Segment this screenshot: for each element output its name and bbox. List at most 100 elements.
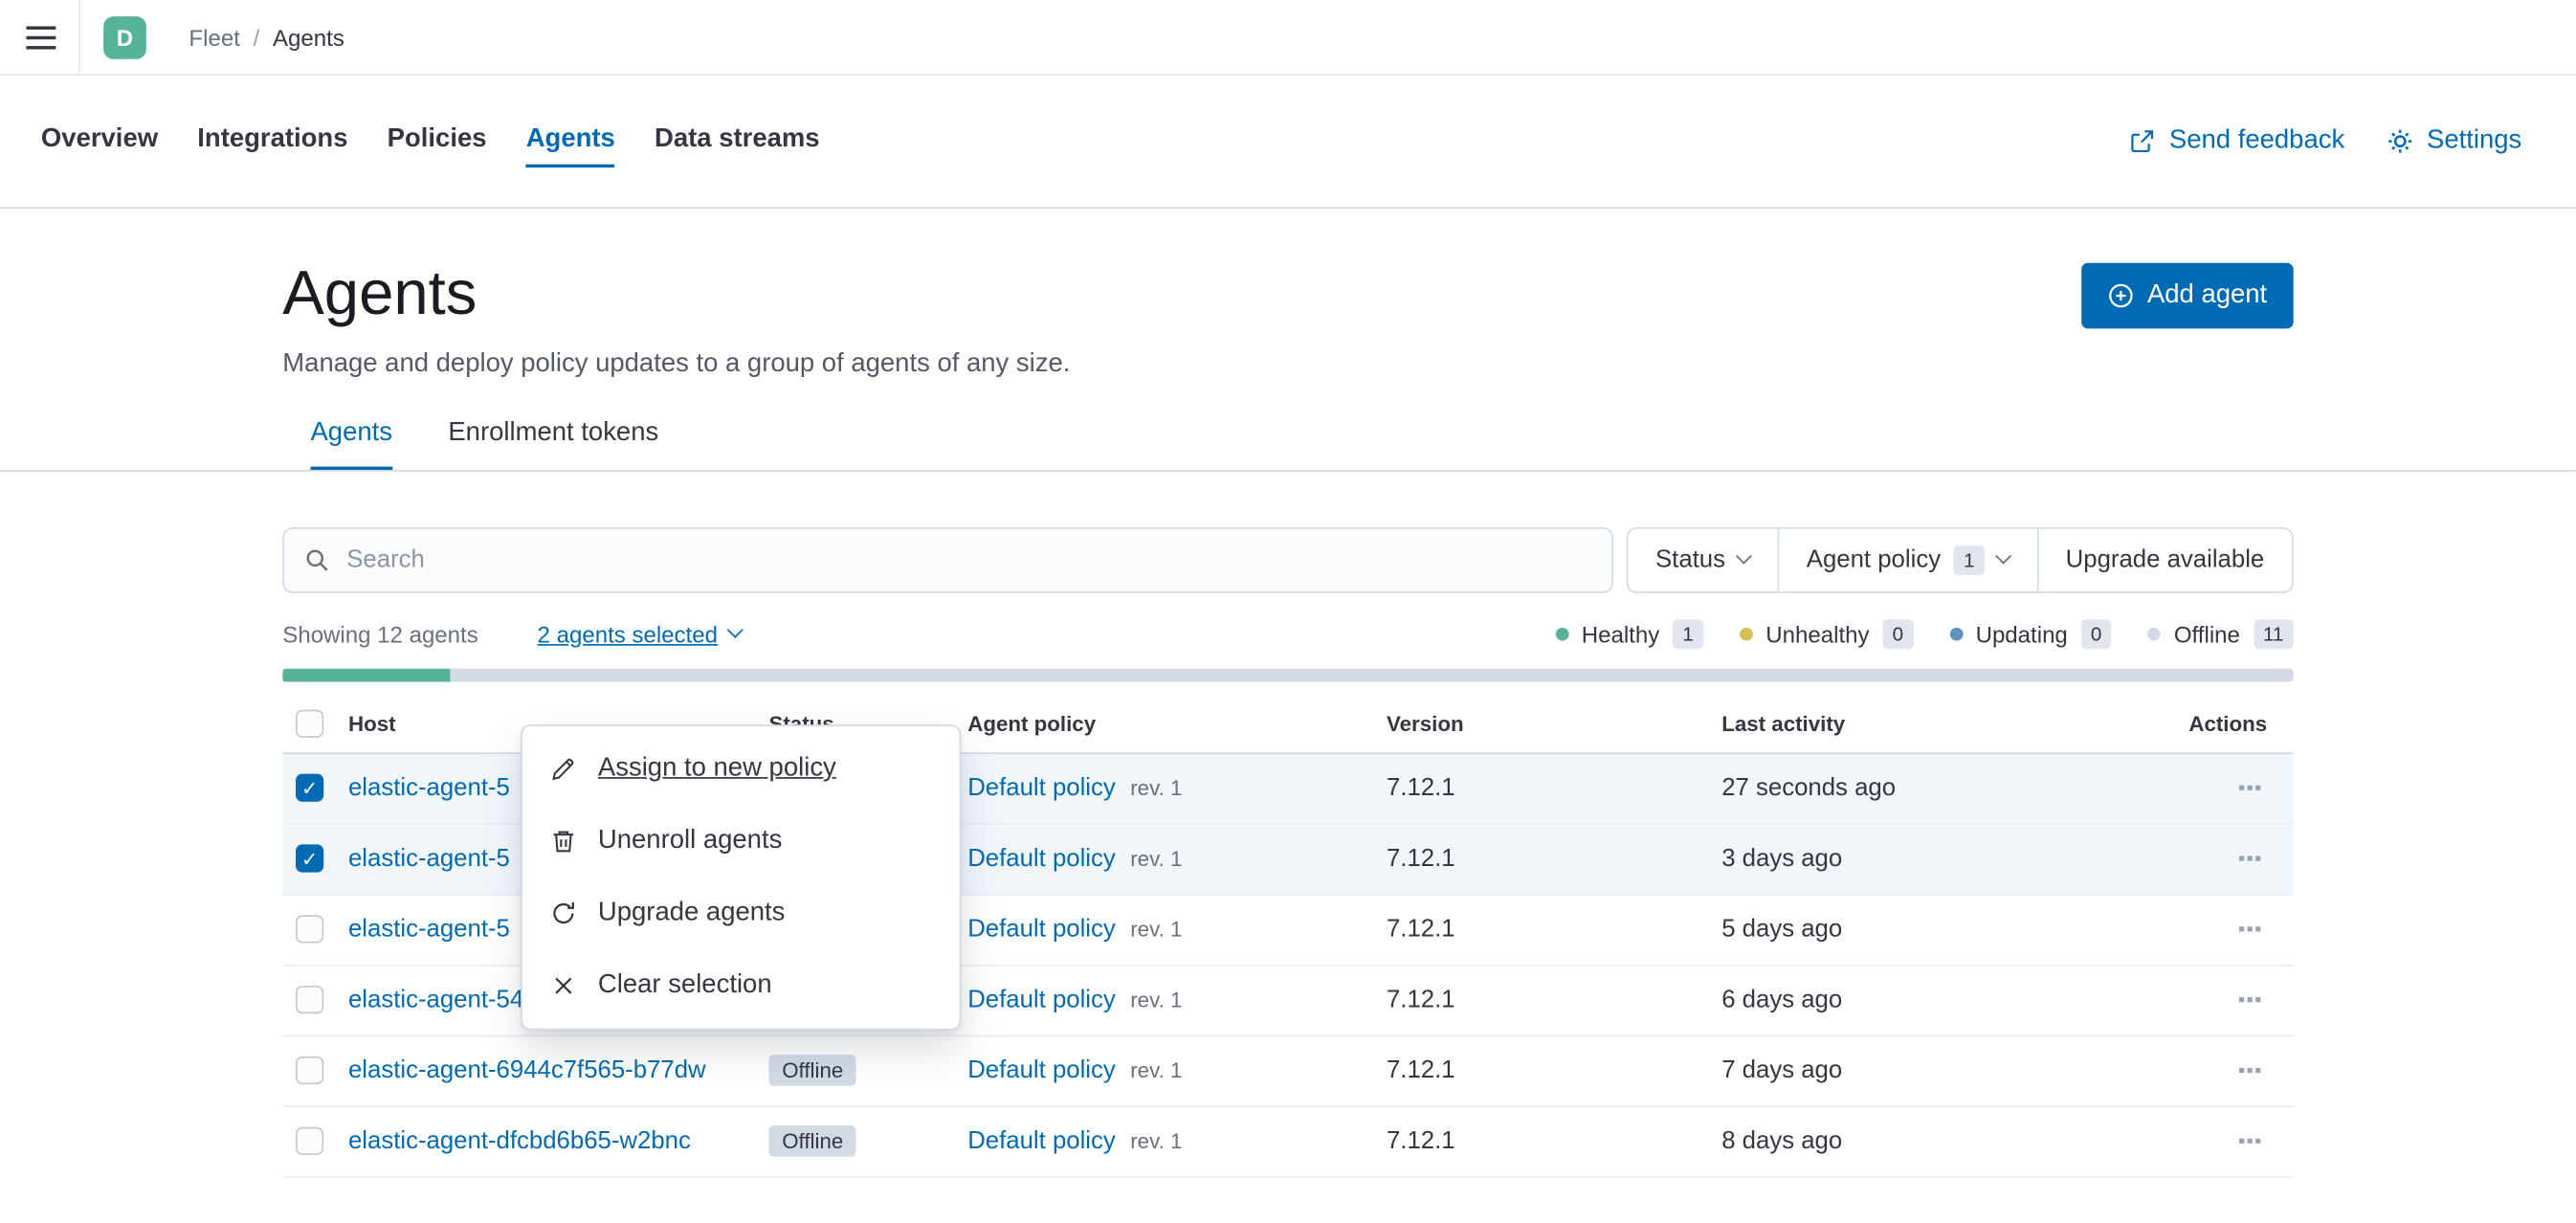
policy-link[interactable]: Default policy [967, 915, 1116, 943]
policy-revision: rev. 1 [1130, 917, 1182, 942]
legend-count: 11 [2254, 619, 2294, 649]
legend-count: 0 [1882, 619, 1913, 649]
fleet-nav-actions: Send feedback Settings [2130, 126, 2522, 156]
agents-selected-link[interactable]: 2 agents selected [538, 620, 741, 646]
legend-offline: Offline 11 [2147, 619, 2293, 649]
status-filter-button[interactable]: Status [1628, 528, 1777, 590]
agent-version: 7.12.1 [1387, 774, 1721, 802]
breadcrumb: Fleet / Agents [189, 24, 344, 50]
menu-item-label: Upgrade agents [598, 899, 785, 928]
legend-updating: Updating 0 [1949, 619, 2112, 649]
legend-dot [2147, 627, 2161, 640]
menu-item-assign-policy[interactable]: Assign to new policy [522, 733, 960, 806]
row-actions-icon[interactable] [2232, 1061, 2267, 1079]
legend-label: Healthy [1582, 620, 1659, 646]
menu-item-label: Clear selection [598, 971, 772, 1001]
last-activity: 7 days ago [1721, 1056, 2194, 1084]
col-version: Version [1387, 711, 1721, 736]
policy-link[interactable]: Default policy [967, 845, 1116, 873]
row-actions-icon[interactable] [2232, 779, 2267, 797]
row-checkbox[interactable] [296, 1127, 323, 1155]
legend-label: Updating [1976, 620, 2068, 646]
settings-label: Settings [2427, 126, 2521, 156]
menu-item-label: Assign to new policy [598, 754, 836, 784]
agent-version: 7.12.1 [1387, 986, 1721, 1013]
health-legend: Healthy 1 Unhealthy 0 Updating 0 Offline… [1555, 619, 2293, 649]
policy-revision: rev. 1 [1130, 1129, 1182, 1154]
cross-icon [550, 972, 576, 998]
legend-dot [1740, 627, 1753, 640]
legend-count: 1 [1673, 619, 1703, 649]
table-row: elastic-agent-dfcbd6b65-w2bnc Offline De… [282, 1106, 2293, 1177]
status-badge: Offline [768, 1125, 856, 1157]
table-row: elastic-agent-6944c7f565-b77dw Offline D… [282, 1036, 2293, 1107]
menu-item-clear-selection[interactable]: Clear selection [522, 949, 960, 1022]
plus-circle-icon [2108, 282, 2134, 308]
menu-item-unenroll[interactable]: Unenroll agents [522, 805, 960, 878]
policy-link[interactable]: Default policy [967, 774, 1116, 802]
progress-fill [282, 668, 449, 681]
fleet-nav-tabs: Overview Integrations Policies Agents Da… [41, 115, 820, 167]
policy-revision: rev. 1 [1130, 775, 1182, 800]
host-link[interactable]: elastic-agent-dfcbd6b65-w2bnc [348, 1127, 769, 1155]
row-checkbox[interactable] [296, 1056, 323, 1084]
settings-link[interactable]: Settings [2387, 126, 2521, 156]
host-link[interactable]: elastic-agent-6944c7f565-b77dw [348, 1056, 769, 1084]
agent-policy-filter-button[interactable]: Agent policy 1 [1777, 528, 2036, 590]
agent-version: 7.12.1 [1387, 915, 1721, 943]
send-feedback-link[interactable]: Send feedback [2130, 126, 2344, 156]
topbar-divider [78, 0, 80, 74]
row-checkbox[interactable] [296, 774, 323, 802]
menu-icon[interactable] [16, 9, 72, 64]
row-checkbox[interactable] [296, 915, 323, 943]
legend-label: Offline [2174, 620, 2240, 646]
add-agent-button[interactable]: Add agent [2081, 262, 2293, 328]
row-checkbox[interactable] [296, 986, 323, 1013]
agents-content: Status Agent policy 1 Upgrade available … [0, 471, 2576, 1177]
showing-count: Showing 12 agents [282, 620, 477, 646]
agent-version: 7.12.1 [1387, 1056, 1721, 1084]
add-agent-label: Add agent [2147, 280, 2267, 310]
chevron-down-icon [727, 622, 744, 638]
policy-link[interactable]: Default policy [967, 986, 1116, 1013]
row-actions-icon[interactable] [2232, 1132, 2267, 1150]
search-input[interactable] [346, 545, 1591, 573]
health-progress-bar [282, 668, 2293, 681]
policy-revision: rev. 1 [1130, 846, 1182, 871]
row-actions-icon[interactable] [2232, 850, 2267, 868]
page-tabs: Agents Enrollment tokens [310, 418, 2293, 469]
policy-link[interactable]: Default policy [967, 1127, 1116, 1155]
row-actions-icon[interactable] [2232, 921, 2267, 939]
breadcrumb-fleet[interactable]: Fleet [189, 24, 239, 50]
tab-agents[interactable]: Agents [526, 115, 615, 167]
select-all-checkbox[interactable] [296, 709, 323, 737]
row-checkbox[interactable] [296, 845, 323, 873]
external-link-icon [2130, 128, 2156, 154]
tab-agents-list[interactable]: Agents [310, 418, 392, 469]
legend-count: 0 [2081, 619, 2112, 649]
send-feedback-label: Send feedback [2169, 126, 2344, 156]
legend-label: Unhealthy [1765, 620, 1869, 646]
page-title: Agents [282, 258, 477, 333]
space-avatar[interactable]: D [103, 15, 146, 58]
tab-policies[interactable]: Policies [388, 115, 487, 167]
upgrade-available-filter-button[interactable]: Upgrade available [2036, 528, 2292, 590]
agents-selected-label: 2 agents selected [538, 620, 718, 646]
breadcrumb-separator: / [254, 24, 260, 50]
breadcrumb-agents: Agents [273, 24, 344, 50]
chevron-down-icon [1995, 548, 2011, 565]
tab-overview[interactable]: Overview [41, 115, 158, 167]
agents-toolbar: Status Agent policy 1 Upgrade available [282, 526, 2293, 592]
last-activity: 6 days ago [1721, 986, 2194, 1013]
legend-dot [1555, 627, 1568, 640]
refresh-icon [550, 901, 576, 926]
col-last-activity: Last activity [1721, 711, 2194, 736]
policy-link[interactable]: Default policy [967, 1056, 1116, 1084]
tab-data-streams[interactable]: Data streams [655, 115, 820, 167]
row-actions-icon[interactable] [2232, 990, 2267, 1009]
search-box[interactable] [282, 526, 1613, 592]
tab-enrollment-tokens[interactable]: Enrollment tokens [448, 418, 658, 469]
tab-integrations[interactable]: Integrations [197, 115, 347, 167]
legend-healthy: Healthy 1 [1555, 619, 1703, 649]
menu-item-upgrade[interactable]: Upgrade agents [522, 878, 960, 950]
